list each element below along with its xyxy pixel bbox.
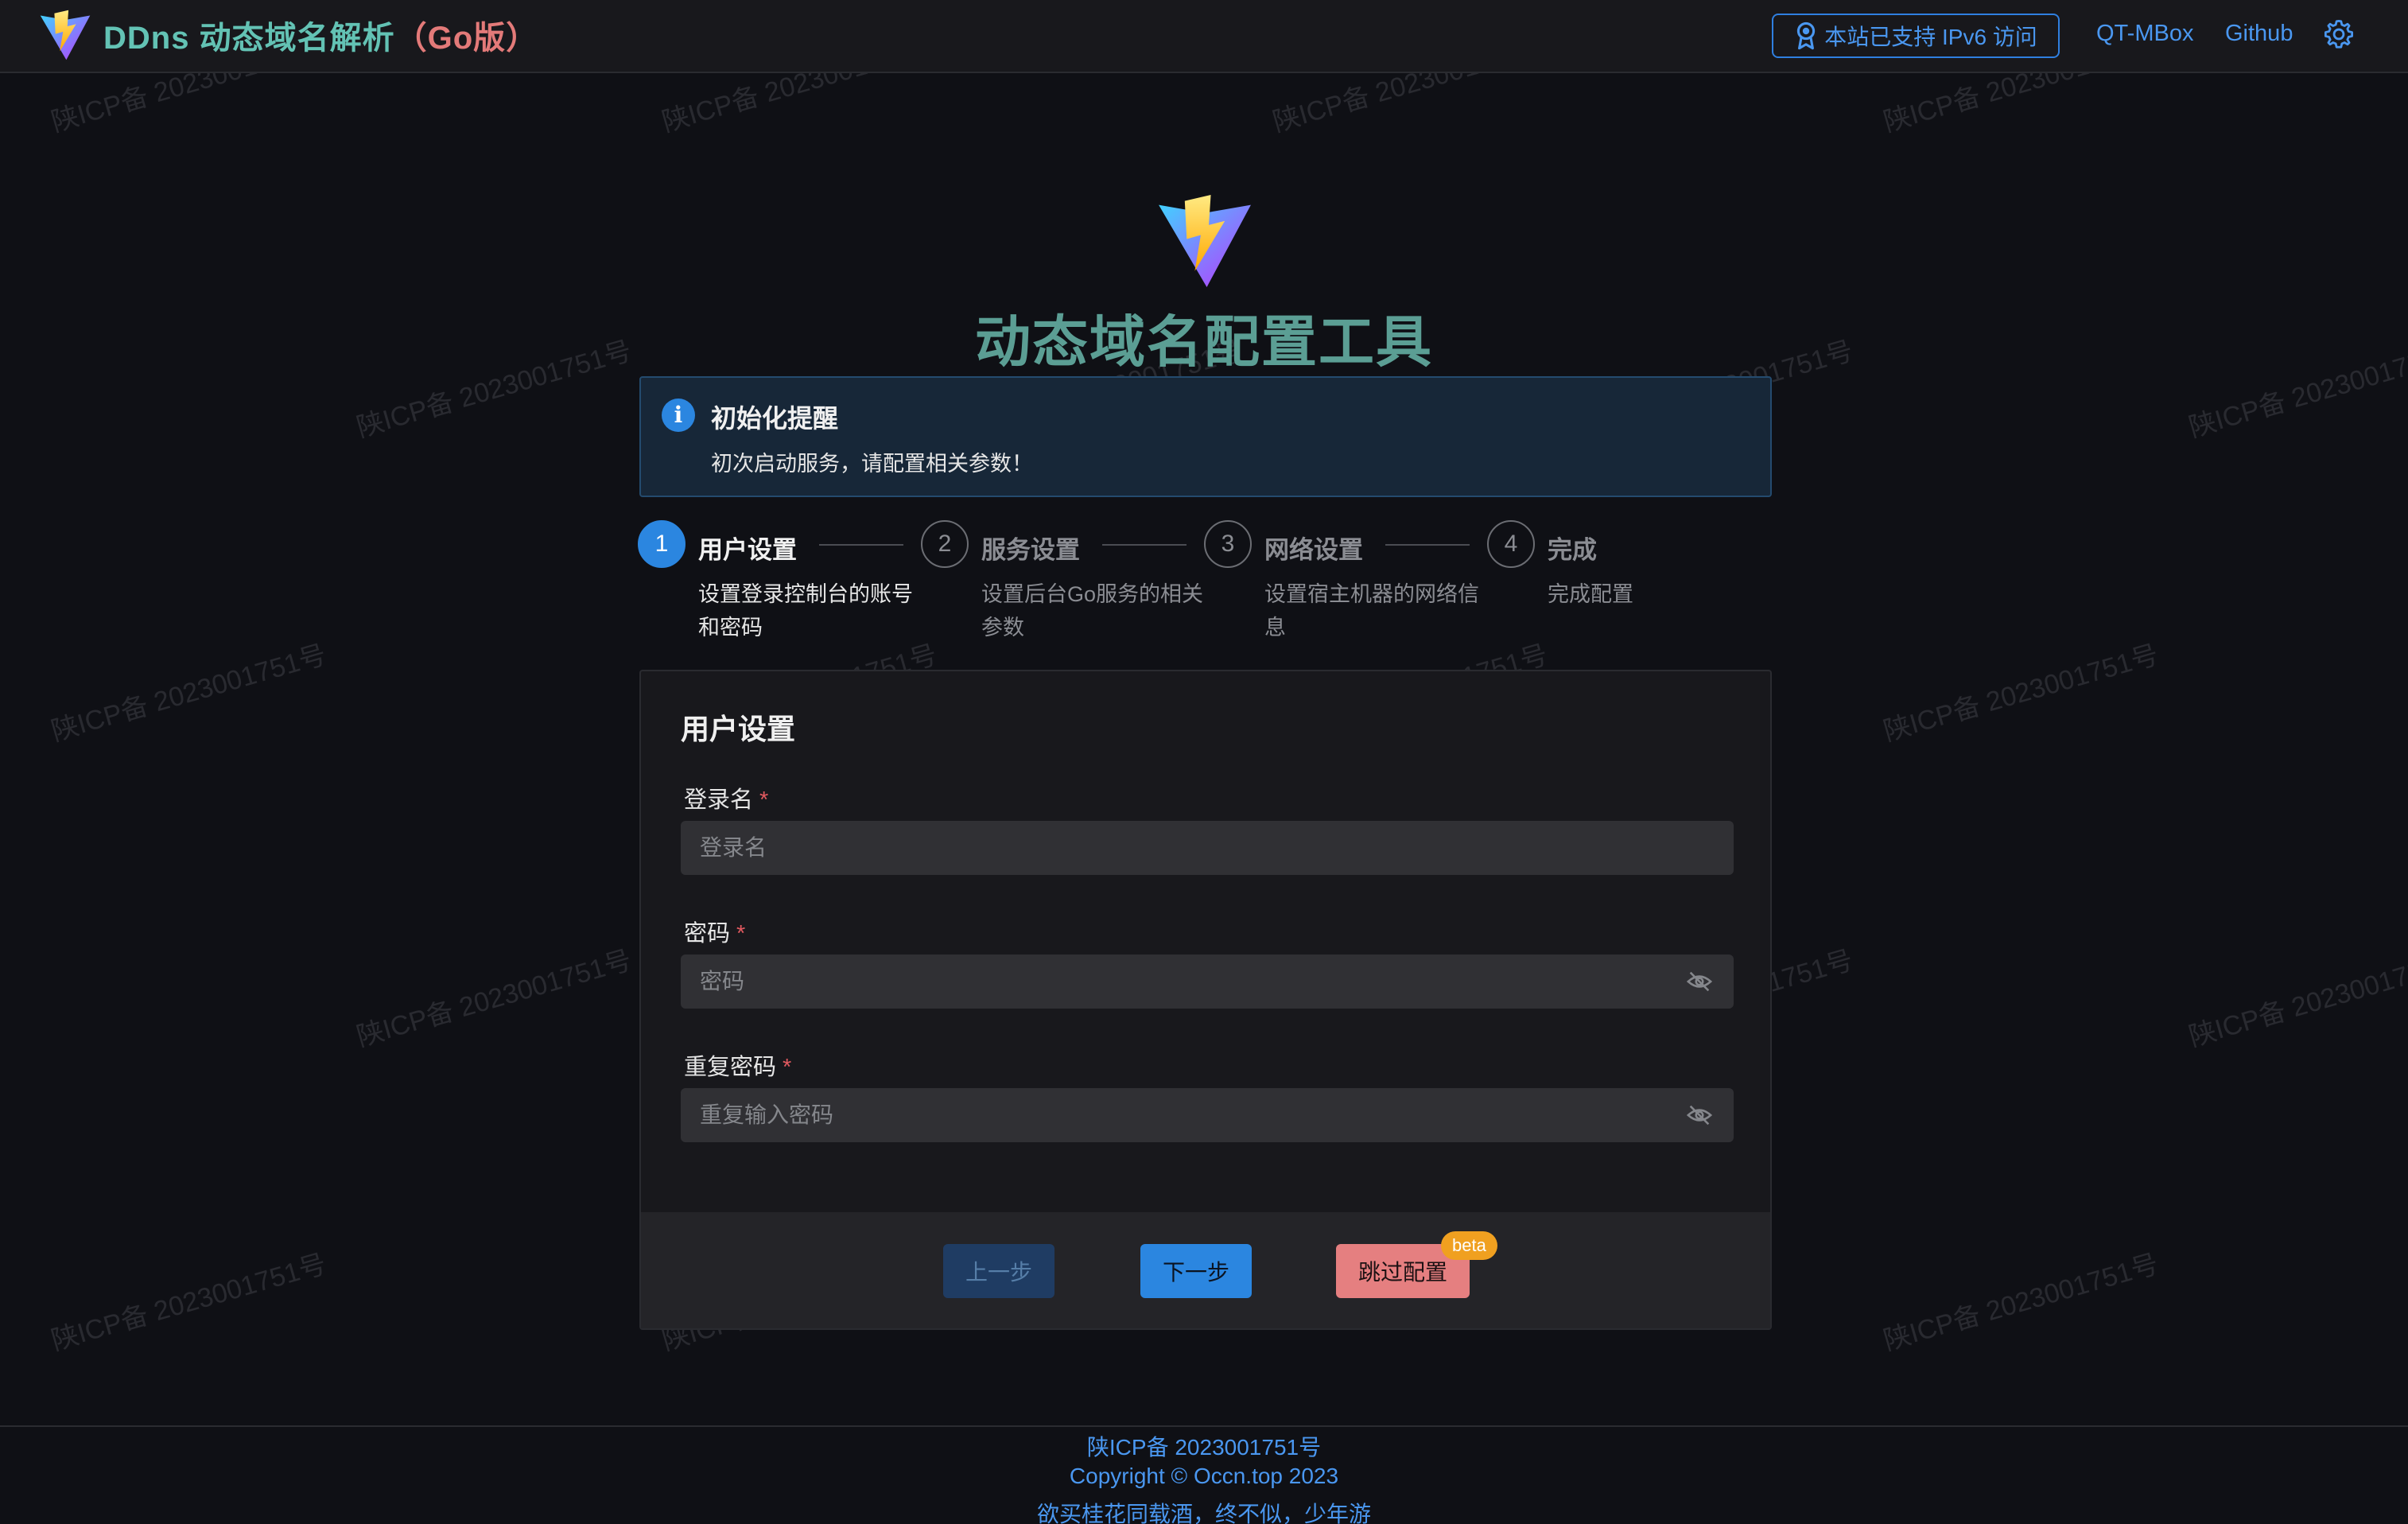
watermark-text: 陕ICP备 2023001751号 — [353, 945, 635, 1053]
nav-link-qt-mbox[interactable]: QT-MBox — [2096, 21, 2193, 47]
step-number: 2 — [921, 520, 969, 568]
step-title: 服务设置 — [981, 536, 1080, 564]
nav-link-github[interactable]: Github — [2225, 21, 2293, 47]
step-number: 3 — [1204, 520, 1252, 568]
card-title: 用户设置 — [681, 713, 796, 745]
brand-title: DDns 动态域名解析（Go版） — [103, 12, 538, 58]
user-settings-card: 用户设置 登录名* 密码* 重复密码* 上一步 下一步 跳过配置 beta — [639, 670, 1772, 1330]
init-alert: i 初始化提醒 初次启动服务，请配置相关参数！ — [639, 376, 1772, 497]
username-label-text: 登录名 — [684, 787, 754, 813]
watermark-text: 陕ICP备 2023001751号 — [48, 640, 330, 748]
watermark-text: 陕ICP备 2023001751号 — [1880, 640, 2162, 748]
award-ribbon-icon — [1797, 21, 1816, 50]
required-mark: * — [759, 787, 769, 813]
step-title: 完成 — [1548, 536, 1597, 564]
ipv6-badge-label: 本站已支持 IPv6 访问 — [1824, 25, 2037, 49]
eye-off-icon[interactable] — [1686, 1103, 1713, 1127]
card-footer: 上一步 下一步 跳过配置 beta — [641, 1212, 1770, 1328]
beta-badge: beta — [1441, 1231, 1497, 1260]
page-footer: 陕ICP备 2023001751号 Copyright © Occn.top 2… — [0, 1425, 2408, 1524]
watermark-text: 陕ICP备 2023001751号 — [1880, 1249, 2162, 1357]
step-connector — [819, 544, 903, 546]
step-description: 设置宿主机器的网络信息 — [1264, 582, 1479, 640]
required-mark: * — [736, 921, 746, 947]
watermark-text: 陕ICP备 2023001751号 — [48, 1249, 330, 1357]
username-label: 登录名 * — [684, 781, 768, 814]
step-connector — [1102, 544, 1187, 546]
top-header: DDns 动态域名解析（Go版） 本站已支持 IPv6 访问 QT-MBox G… — [0, 0, 2408, 73]
copyright-text: Copyright © Occn.top 2023 — [1069, 1464, 1339, 1488]
password-label-text: 密码 — [684, 921, 731, 947]
confirm-password-label-text: 重复密码 — [684, 1055, 777, 1080]
hero-vite-logo-icon — [1159, 195, 1251, 287]
step-number: 4 — [1487, 520, 1535, 568]
settings-gear-icon[interactable] — [2322, 17, 2356, 51]
alert-title: 初始化提醒 — [711, 404, 839, 433]
watermark-text: 陕ICP备 2023001751号 — [2185, 945, 2408, 1053]
required-mark: * — [783, 1055, 792, 1080]
info-icon: i — [662, 398, 695, 432]
alert-text: 初次启动服务，请配置相关参数！ — [711, 452, 1033, 476]
vite-logo-icon — [40, 10, 91, 60]
brand-title-main: DDns 动态域名解析 — [103, 21, 395, 56]
step-number: 1 — [638, 520, 686, 568]
icp-link[interactable]: 陕ICP备 2023001751号 — [0, 1430, 2408, 1462]
confirm-password-label: 重复密码 * — [684, 1048, 791, 1082]
brand-title-go: （Go版） — [394, 21, 539, 56]
step-description: 设置后台Go服务的相关参数 — [981, 582, 1204, 640]
password-input[interactable] — [681, 954, 1734, 1009]
username-input[interactable] — [681, 821, 1734, 875]
step-connector — [1385, 544, 1470, 546]
step-title: 用户设置 — [698, 536, 797, 564]
step-description: 设置登录控制台的账号和密码 — [698, 582, 913, 640]
confirm-password-input[interactable] — [681, 1088, 1734, 1142]
brand[interactable]: DDns 动态域名解析（Go版） — [38, 8, 538, 62]
footer-poem: 欲买桂花同载酒，终不似，少年游 — [1036, 1502, 1371, 1524]
eye-off-icon[interactable] — [1686, 970, 1713, 993]
page-title: 动态域名配置工具 — [975, 311, 1433, 373]
prev-step-button[interactable]: 上一步 — [943, 1244, 1054, 1298]
step-description: 完成配置 — [1548, 582, 1633, 606]
ipv6-support-badge[interactable]: 本站已支持 IPv6 访问 — [1772, 14, 2060, 58]
next-step-button[interactable]: 下一步 — [1140, 1244, 1252, 1298]
step-title: 网络设置 — [1264, 536, 1363, 564]
password-label: 密码 * — [684, 915, 745, 948]
